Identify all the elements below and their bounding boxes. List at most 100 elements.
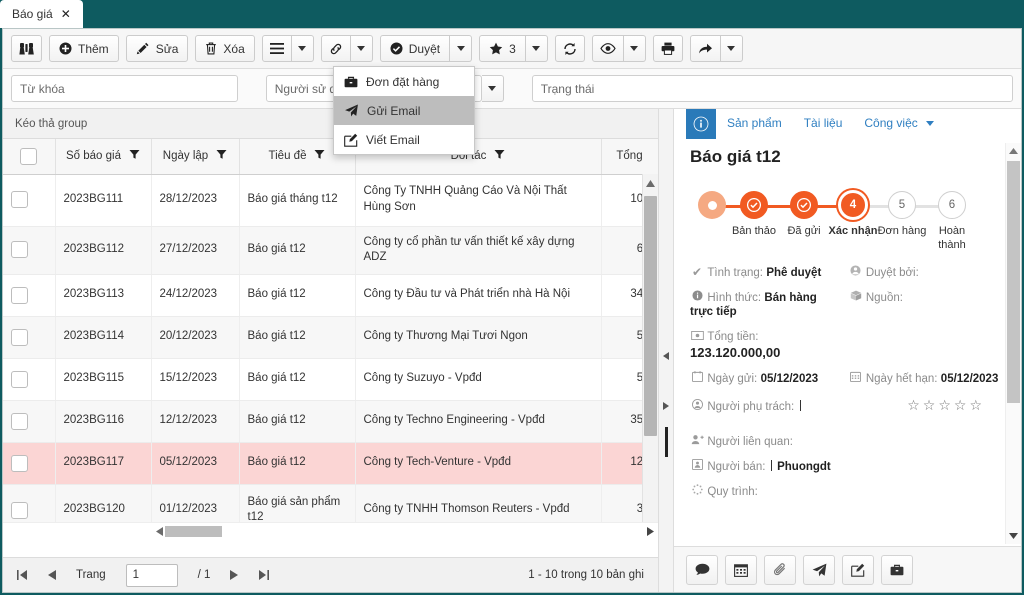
close-icon[interactable]: ✕ xyxy=(61,8,71,20)
approve-button[interactable]: Duyệt xyxy=(379,35,451,62)
collapse-left-icon[interactable] xyxy=(659,349,673,363)
tab-bao-gia[interactable]: Báo giá ✕ xyxy=(0,0,83,28)
menu-item-don-dat-hang[interactable]: Đơn đặt hàng xyxy=(334,67,474,96)
menu-item-gui-email[interactable]: Gửi Email xyxy=(334,96,474,125)
panel-splitter[interactable] xyxy=(658,109,674,592)
scroll-up-icon[interactable] xyxy=(643,174,658,192)
table-row[interactable]: 2023BG116 12/12/2023 Báo giá t12 Công ty… xyxy=(3,400,658,443)
th-code[interactable]: Số báo giá xyxy=(55,139,152,175)
row-checkbox[interactable] xyxy=(11,454,28,472)
last-page-icon[interactable] xyxy=(258,570,270,580)
step-5-circle[interactable]: 6 xyxy=(938,191,966,219)
detail-vertical-scrollbar[interactable] xyxy=(1005,143,1021,544)
row-checkbox[interactable] xyxy=(11,328,28,346)
filter-icon[interactable] xyxy=(216,149,227,163)
share-dropdown-button[interactable] xyxy=(720,35,743,62)
field-tinh-trang: ✔ Tình trạng: Phê duyệt xyxy=(690,265,849,279)
select-all-checkbox[interactable] xyxy=(20,147,38,165)
share-group xyxy=(689,35,743,62)
first-page-icon[interactable] xyxy=(17,570,28,580)
field-nguoi-phu-trach[interactable]: Người phụ trách: xyxy=(690,398,849,413)
th-code-label: Số báo giá xyxy=(66,150,121,163)
user-dropdown-button[interactable] xyxy=(481,75,504,102)
edit-button[interactable]: Sửa xyxy=(125,35,189,62)
filter-icon[interactable] xyxy=(494,149,505,163)
detail-scroll-thumb[interactable] xyxy=(1007,161,1020,403)
search-button[interactable] xyxy=(11,35,42,62)
group-drop-area[interactable]: Kéo thả group xyxy=(3,109,658,139)
hscroll-thumb[interactable] xyxy=(165,526,222,537)
star-icon xyxy=(489,42,503,55)
grid-scroll-thumb[interactable] xyxy=(644,196,657,436)
compose-button[interactable] xyxy=(842,554,874,585)
preview-dropdown-button[interactable] xyxy=(623,35,646,62)
step-2-circle[interactable] xyxy=(790,191,818,219)
th-select-all[interactable] xyxy=(3,139,56,175)
status-input[interactable]: Trạng thái xyxy=(531,75,1013,102)
approve-dropdown-button[interactable] xyxy=(450,35,473,62)
step-4-circle[interactable]: 5 xyxy=(888,191,916,219)
row-checkbox[interactable] xyxy=(11,501,28,519)
calendar-button[interactable] xyxy=(725,554,757,585)
comment-button[interactable] xyxy=(686,554,718,585)
table-row[interactable]: 2023BG111 28/12/2023 Báo giá tháng t12 C… xyxy=(3,174,658,227)
step-1-circle[interactable] xyxy=(740,191,768,219)
preview-button[interactable] xyxy=(591,35,624,62)
info-icon[interactable] xyxy=(686,109,716,139)
menu-item-viet-email[interactable]: Viết Email xyxy=(334,125,474,154)
prev-page-icon[interactable] xyxy=(48,570,56,580)
order-button[interactable] xyxy=(881,554,913,585)
page-number-input[interactable]: 1 xyxy=(125,563,178,587)
table-row[interactable]: 2023BG115 15/12/2023 Báo giá t12 Công ty… xyxy=(3,358,658,401)
scroll-up-icon[interactable] xyxy=(1006,143,1021,159)
grid-vertical-scrollbar[interactable] xyxy=(642,174,658,540)
table-row-selected[interactable]: 2023BG117 05/12/2023 Báo giá t12 Công ty… xyxy=(3,442,658,485)
collapse-right-icon[interactable] xyxy=(659,399,673,413)
step-0-circle[interactable] xyxy=(698,191,726,219)
cell-code: 2023BG111 xyxy=(55,174,152,227)
scroll-down-icon[interactable] xyxy=(1006,528,1021,544)
link-button[interactable] xyxy=(320,35,351,62)
print-button[interactable] xyxy=(652,35,683,62)
cell-date: 12/12/2023 xyxy=(151,400,240,443)
scroll-right-icon[interactable] xyxy=(642,523,658,540)
row-checkbox[interactable] xyxy=(11,370,28,388)
attachment-button[interactable] xyxy=(764,554,796,585)
add-button[interactable]: Thêm xyxy=(49,35,119,62)
favorite-button[interactable]: 3 xyxy=(479,35,526,62)
step-3-circle[interactable]: 4 xyxy=(838,190,868,220)
table-row[interactable]: 2023BG112 27/12/2023 Báo giá t12 Công ty… xyxy=(3,226,658,275)
keyword-input[interactable]: Từ khóa xyxy=(11,75,238,102)
row-checkbox[interactable] xyxy=(11,412,28,430)
hscroll-track[interactable] xyxy=(151,523,642,540)
row-checkbox[interactable] xyxy=(11,286,28,304)
favorite-dropdown-button[interactable] xyxy=(525,35,548,62)
grid-horizontal-scrollbar[interactable] xyxy=(3,522,658,540)
share-button[interactable] xyxy=(689,35,721,62)
th-total[interactable]: Tổng xyxy=(601,139,658,175)
table-row[interactable]: 2023BG113 24/12/2023 Báo giá t12 Công ty… xyxy=(3,274,658,317)
delete-button[interactable]: Xóa xyxy=(195,35,255,62)
rating-stars[interactable]: ☆☆☆☆☆ xyxy=(907,397,985,413)
rating-widget[interactable]: ☆☆☆☆☆ xyxy=(849,397,1008,414)
tab-tai-lieu[interactable]: Tài liệu xyxy=(793,109,854,130)
table-row[interactable]: 2023BG114 20/12/2023 Báo giá t12 Công ty… xyxy=(3,316,658,359)
cell-partner: Công ty Suzuyo - Vpđd xyxy=(355,358,602,401)
hamburger-menu-button[interactable] xyxy=(261,35,292,62)
send-email-button[interactable] xyxy=(803,554,835,585)
th-date[interactable]: Ngày lập xyxy=(151,139,240,175)
filter-icon[interactable] xyxy=(129,149,140,163)
field-row: Quy trình: xyxy=(690,484,1007,498)
link-dropdown-button[interactable] xyxy=(350,35,373,62)
filter-icon[interactable] xyxy=(314,149,325,163)
row-checkbox[interactable] xyxy=(11,191,28,209)
field-tong-tien-value: 123.120.000,00 xyxy=(690,345,781,360)
row-checkbox[interactable] xyxy=(11,241,28,259)
next-page-icon[interactable] xyxy=(230,570,239,580)
refresh-button[interactable] xyxy=(554,35,585,62)
field-row: Người phụ trách: ☆☆☆☆☆ xyxy=(690,397,1007,414)
tab-cong-viec[interactable]: Công việc xyxy=(853,109,945,130)
tab-san-pham[interactable]: Sản phẩm xyxy=(716,109,793,130)
splitter-grip[interactable] xyxy=(665,427,668,457)
hamburger-dropdown-button[interactable] xyxy=(291,35,314,62)
